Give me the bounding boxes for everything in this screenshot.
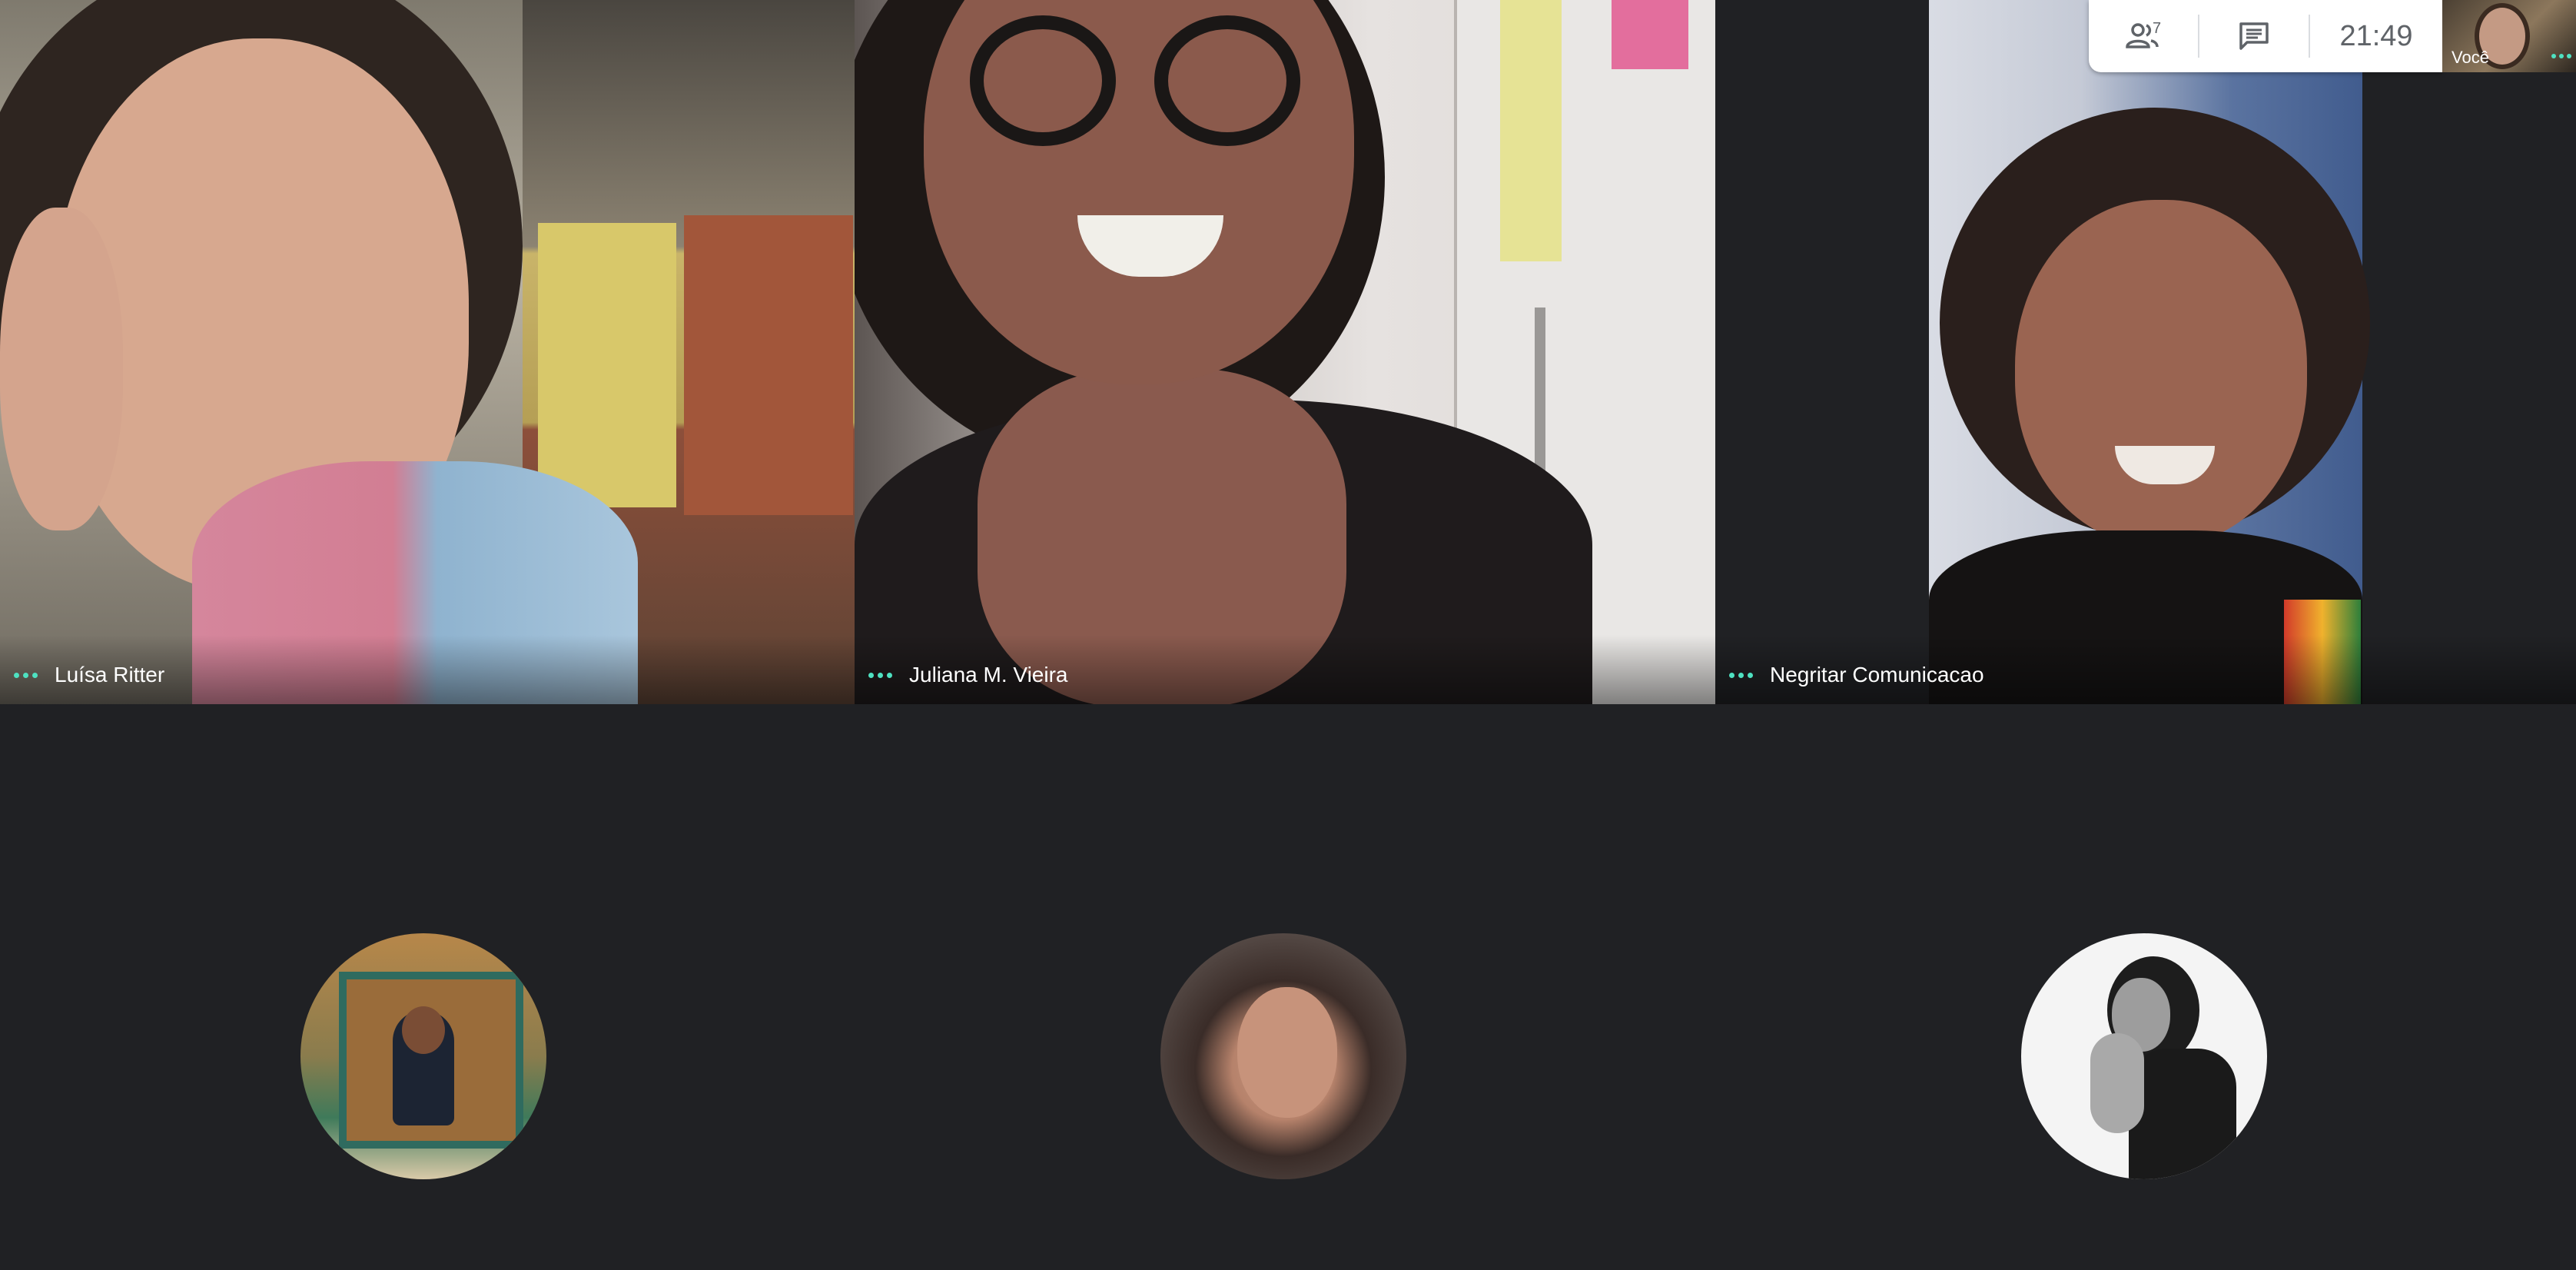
background-poster [684,215,853,515]
meeting-clock: 21:49 [2339,19,2413,52]
participant-name: Juliana M. Vieira [909,663,1068,687]
audio-dots-icon [1729,672,1753,678]
participant-name: Negritar Comunicacao [1770,663,1984,687]
participant-avatar[interactable] [1160,933,1406,1179]
meeting-controls-bar: 7 21:49 [2089,0,2442,72]
participants-count: 7 [2153,20,2162,37]
participants-button[interactable]: 7 [2089,0,2198,72]
background-poster [538,223,676,507]
participant-name-row: Negritar Comunicacao [1729,663,1984,687]
participant-name-row: Juliana M. Vieira [868,663,1067,687]
participant-avatar[interactable] [2021,933,2267,1179]
chat-button[interactable] [2199,0,2309,72]
video-tile-negritar-comunicacao[interactable]: Negritar Comunicacao [1715,0,2576,704]
self-view-tile[interactable]: Você [2442,0,2576,72]
audio-dots-icon [14,672,38,678]
sticky-note [1612,0,1688,69]
audio-dots-icon [2551,54,2571,58]
participant-name-row: Luísa Ritter [14,663,164,687]
audio-dots-icon [868,672,892,678]
chat-icon [2239,22,2269,50]
sticky-note [1500,0,1562,261]
participant-glasses [970,15,1308,161]
participant-face [2015,200,2307,546]
participant-hand [0,208,123,530]
video-tile-juliana-vieira[interactable]: Juliana M. Vieira [855,0,1715,704]
self-label: Você [2452,48,2489,67]
participant-avatar[interactable] [300,933,546,1179]
video-tile-luisa-ritter[interactable]: Luísa Ritter [0,0,855,704]
participant-name: Luísa Ritter [55,663,165,687]
